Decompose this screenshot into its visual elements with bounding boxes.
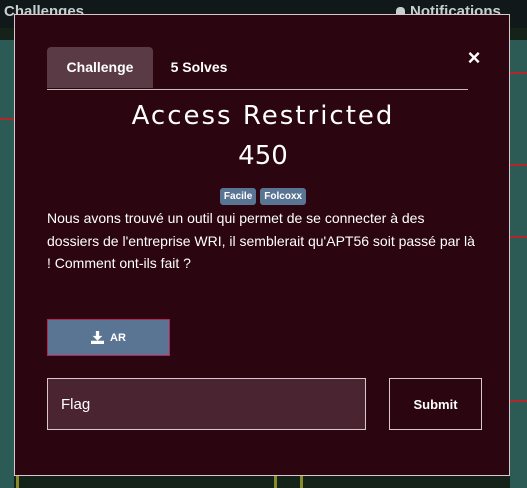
background-divider	[510, 236, 527, 238]
background-panel	[510, 40, 527, 488]
download-file-button[interactable]: AR	[47, 319, 170, 356]
challenge-description: Nous avons trouvé un outil qui permet de…	[47, 210, 475, 271]
file-button-label: AR	[110, 331, 126, 344]
challenge-title: Access Restricted	[131, 101, 395, 131]
tab-solves[interactable]: 5 Solves	[157, 47, 241, 88]
submit-button[interactable]: Submit	[389, 378, 482, 430]
background-divider	[0, 118, 14, 120]
challenge-tags: Facile Folcoxx	[15, 188, 511, 205]
background-panel	[0, 40, 14, 488]
flag-input[interactable]	[47, 378, 366, 430]
challenge-points: 450	[238, 141, 288, 171]
background-divider	[510, 400, 527, 402]
tag-badge: Folcoxx	[260, 188, 307, 205]
modal-tabs: Challenge 5 Solves	[47, 47, 468, 90]
challenge-modal: Challenge 5 Solves × Access Restricted 4…	[14, 14, 510, 476]
close-button[interactable]: ×	[463, 47, 485, 69]
close-icon: ×	[467, 45, 481, 70]
download-icon	[91, 331, 105, 344]
tag-badge: Facile	[219, 188, 257, 205]
background-divider	[16, 476, 19, 488]
background-divider	[300, 476, 303, 488]
background-divider	[510, 164, 527, 166]
background-divider	[274, 476, 277, 488]
tab-challenge[interactable]: Challenge	[47, 47, 153, 88]
background-divider	[510, 72, 527, 74]
